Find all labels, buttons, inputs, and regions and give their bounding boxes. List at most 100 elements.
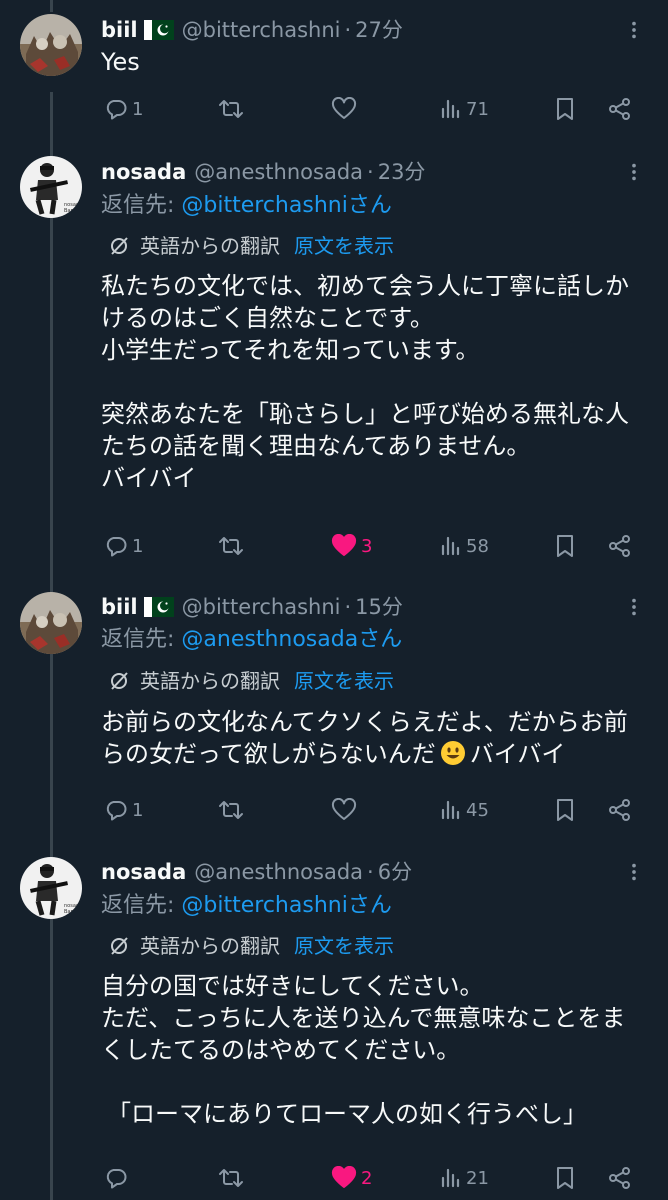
- repost-button[interactable]: [218, 1158, 248, 1198]
- share-icon: [607, 797, 633, 823]
- views-icon: [440, 798, 462, 822]
- display-name[interactable]: biil: [101, 589, 138, 625]
- avatar-image: nosada Barret: [20, 156, 82, 218]
- share-button[interactable]: [607, 526, 633, 566]
- more-icon[interactable]: [622, 854, 646, 890]
- timestamp[interactable]: 23分: [378, 154, 426, 190]
- views-count: 71: [466, 98, 489, 120]
- heart-icon: [331, 798, 357, 822]
- avatar[interactable]: [20, 14, 82, 76]
- avatar[interactable]: nosada Barret: [20, 857, 82, 919]
- reply-label: 返信先:: [101, 193, 182, 218]
- reply-button[interactable]: [104, 1158, 132, 1198]
- reply-label: 返信先:: [101, 893, 182, 918]
- show-original-link[interactable]: 原文を表示: [294, 230, 394, 262]
- like-button[interactable]: [331, 790, 361, 830]
- bookmark-button[interactable]: [554, 89, 576, 129]
- repost-icon: [218, 1166, 244, 1190]
- tweet[interactable]: biil @bitterchashni · 15分 返信先: @anesthno…: [0, 580, 668, 840]
- action-bar: 2 21: [0, 1158, 668, 1198]
- bookmark-icon: [554, 533, 576, 559]
- display-name[interactable]: nosada: [101, 154, 186, 190]
- views-button[interactable]: 21: [440, 1158, 489, 1198]
- views-icon: [440, 1166, 462, 1190]
- translation-label: 英語からの翻訳: [140, 669, 280, 693]
- tweet-header: biil @bitterchashni · 27分: [101, 12, 608, 48]
- share-icon: [607, 533, 633, 559]
- display-name[interactable]: biil: [101, 12, 138, 48]
- like-count: 3: [361, 535, 373, 557]
- translation-row: 英語からの翻訳 原文を表示: [108, 665, 394, 697]
- share-button[interactable]: [607, 1158, 633, 1198]
- bookmark-icon: [554, 797, 576, 823]
- user-handle[interactable]: @bitterchashni: [182, 12, 341, 48]
- reply-user-link[interactable]: @bitterchashniさん: [181, 193, 391, 218]
- repost-icon: [218, 534, 244, 558]
- like-button[interactable]: 3: [331, 526, 372, 566]
- user-handle[interactable]: @bitterchashni: [182, 589, 341, 625]
- show-original-link[interactable]: 原文を表示: [294, 665, 394, 697]
- tweet-text: ただ、こっちに人を送り込んで無意味なことをまくしたてるのはやめてください。: [101, 1004, 626, 1064]
- avatar-image: [20, 14, 82, 76]
- bookmark-button[interactable]: [554, 790, 576, 830]
- avatar[interactable]: nosada Barret: [20, 156, 82, 218]
- tweet-text: 突然あなたを「恥さらし」と呼び始める無礼な人たちの話を聞く理由なんてありません。: [101, 400, 629, 460]
- separator-dot: ·: [367, 860, 374, 884]
- avatar-image: nosada Barret: [20, 857, 82, 919]
- more-icon[interactable]: [622, 154, 646, 190]
- reply-user-link[interactable]: @anesthnosadaさん: [181, 627, 402, 652]
- reply-label: 返信先:: [101, 627, 182, 652]
- reply-button[interactable]: 1: [104, 89, 143, 129]
- views-button[interactable]: 45: [440, 790, 489, 830]
- tweet-header: nosada @anesthnosada · 23分: [101, 154, 608, 190]
- reply-count: 1: [132, 98, 144, 120]
- tweet-body: 自分の国では好きにしてください。 ただ、こっちに人を送り込んで無意味なことをまく…: [101, 970, 648, 1130]
- svg-text:Barret: Barret: [64, 909, 79, 915]
- tweet-text: Yes: [101, 48, 140, 76]
- heart-icon: [331, 97, 357, 121]
- share-button[interactable]: [607, 89, 633, 129]
- timestamp[interactable]: 6分: [378, 854, 412, 890]
- tweet-text: 私たちの文化では、初めて会う人に丁寧に話しかけるのはごく自然なことです。: [101, 272, 629, 332]
- reply-button[interactable]: 1: [104, 526, 143, 566]
- like-button[interactable]: 2: [331, 1158, 372, 1198]
- repost-button[interactable]: [218, 790, 248, 830]
- tweet-body: 私たちの文化では、初めて会う人に丁寧に話しかけるのはごく自然なことです。 小学生…: [101, 270, 648, 494]
- share-button[interactable]: [607, 790, 633, 830]
- reply-icon: [104, 1166, 128, 1190]
- user-handle[interactable]: @anesthnosada: [194, 154, 363, 190]
- avatar-image: [20, 592, 82, 654]
- heart-icon: [331, 1166, 357, 1190]
- bookmark-button[interactable]: [554, 1158, 576, 1198]
- display-name[interactable]: nosada: [101, 854, 186, 890]
- avatar[interactable]: [20, 592, 82, 654]
- share-icon: [607, 1165, 633, 1191]
- tweet[interactable]: nosada Barret nosada @anesthnosada · 6分 …: [0, 840, 668, 1200]
- repost-button[interactable]: [218, 89, 248, 129]
- tweet[interactable]: nosada Barret nosada @anesthnosada · 23分…: [0, 150, 668, 580]
- smiley-emoji-icon: [440, 740, 466, 766]
- user-handle[interactable]: @anesthnosada: [194, 854, 363, 890]
- show-original-link[interactable]: 原文を表示: [294, 930, 394, 962]
- bookmark-icon: [554, 96, 576, 122]
- tweet[interactable]: biil @bitterchashni · 27分 Yes 1 71: [0, 0, 668, 150]
- timestamp[interactable]: 27分: [355, 12, 403, 48]
- views-count: 58: [466, 535, 489, 557]
- views-button[interactable]: 71: [440, 89, 489, 129]
- more-icon[interactable]: [622, 12, 646, 48]
- views-button[interactable]: 58: [440, 526, 489, 566]
- reply-context: 返信先: @bitterchashniさん: [101, 888, 392, 924]
- bookmark-button[interactable]: [554, 526, 576, 566]
- tweet-body: Yes: [101, 46, 648, 78]
- tweet-header: nosada @anesthnosada · 6分: [101, 854, 608, 890]
- timestamp[interactable]: 15分: [355, 589, 403, 625]
- translate-icon: [108, 235, 132, 257]
- reply-user-link[interactable]: @bitterchashniさん: [181, 893, 391, 918]
- like-button[interactable]: [331, 89, 361, 129]
- reply-button[interactable]: 1: [104, 790, 143, 830]
- repost-button[interactable]: [218, 526, 248, 566]
- views-count: 21: [466, 1167, 489, 1189]
- pakistan-flag-icon: [143, 597, 174, 617]
- more-icon[interactable]: [622, 589, 646, 625]
- reply-icon: [104, 798, 128, 822]
